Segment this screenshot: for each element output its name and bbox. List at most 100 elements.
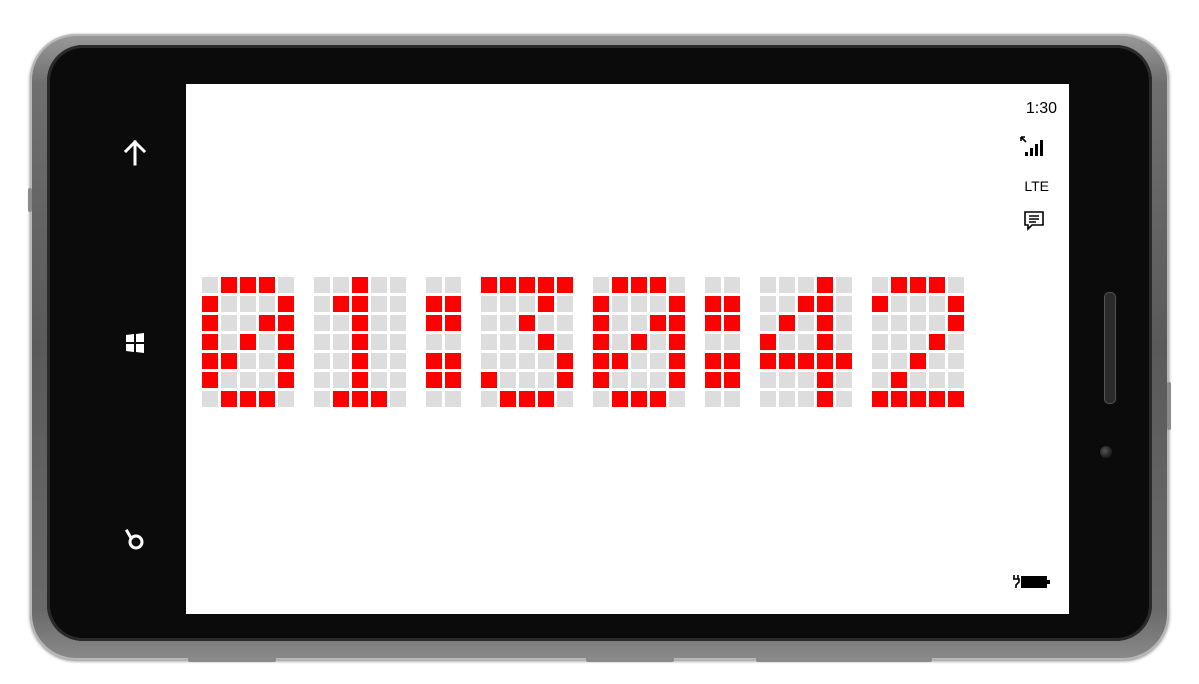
status-time: 1:30 bbox=[1025, 100, 1057, 117]
led-cell-on bbox=[352, 334, 368, 350]
led-cell-off bbox=[948, 372, 964, 388]
led-cell-off bbox=[929, 372, 945, 388]
led-cell-on bbox=[202, 296, 218, 312]
led-cell-on bbox=[724, 296, 740, 312]
led-cell-on bbox=[278, 296, 294, 312]
led-cell-off bbox=[445, 277, 461, 293]
led-cell-off bbox=[891, 334, 907, 350]
led-cell-off bbox=[538, 353, 554, 369]
led-cell-off bbox=[557, 391, 573, 407]
led-cell-on bbox=[872, 296, 888, 312]
led-cell-on bbox=[481, 372, 497, 388]
led-cell-on bbox=[538, 391, 554, 407]
led-cell-off bbox=[929, 315, 945, 331]
led-cell-on bbox=[278, 334, 294, 350]
led-cell-on bbox=[724, 353, 740, 369]
led-cell-on bbox=[352, 277, 368, 293]
led-cell-on bbox=[891, 372, 907, 388]
led-cell-off bbox=[872, 334, 888, 350]
led-cell-off bbox=[650, 334, 666, 350]
led-cell-on bbox=[352, 296, 368, 312]
led-cell-off bbox=[779, 391, 795, 407]
led-cell-on bbox=[798, 353, 814, 369]
led-cell-off bbox=[445, 334, 461, 350]
led-clock-display bbox=[202, 277, 988, 417]
led-cell-off bbox=[390, 391, 406, 407]
search-icon bbox=[124, 528, 144, 550]
led-cell-off bbox=[481, 296, 497, 312]
network-type: LTE bbox=[1024, 178, 1049, 194]
led-cell-off bbox=[669, 277, 685, 293]
led-cell-on bbox=[705, 353, 721, 369]
led-cell-on bbox=[705, 296, 721, 312]
led-cell-on bbox=[593, 372, 609, 388]
phone-screen: 1:30 LTE bbox=[186, 84, 1069, 614]
led-cell-on bbox=[669, 315, 685, 331]
led-cell-off bbox=[948, 334, 964, 350]
led-cell-on bbox=[669, 372, 685, 388]
led-cell-off bbox=[221, 296, 237, 312]
led-cell-off bbox=[278, 391, 294, 407]
led-cell-on bbox=[650, 315, 666, 331]
led-cell-off bbox=[631, 315, 647, 331]
led-cell-off bbox=[333, 353, 349, 369]
led-cell-off bbox=[278, 277, 294, 293]
led-cell-off bbox=[593, 277, 609, 293]
led-cell-on bbox=[557, 353, 573, 369]
led-cell-on bbox=[278, 353, 294, 369]
start-button[interactable] bbox=[112, 320, 158, 366]
led-cell-off bbox=[202, 277, 218, 293]
led-cell-on bbox=[779, 353, 795, 369]
led-cell-off bbox=[500, 296, 516, 312]
led-cell-off bbox=[798, 391, 814, 407]
led-cell-on bbox=[259, 277, 275, 293]
back-button[interactable] bbox=[112, 130, 158, 176]
led-cell-off bbox=[760, 296, 776, 312]
led-cell-on bbox=[221, 353, 237, 369]
led-cell-off bbox=[221, 372, 237, 388]
led-cell-off bbox=[650, 353, 666, 369]
led-cell-on bbox=[202, 315, 218, 331]
led-cell-on bbox=[445, 353, 461, 369]
led-cell-on bbox=[240, 391, 256, 407]
led-cell-off bbox=[872, 372, 888, 388]
windows-start-icon bbox=[126, 333, 144, 353]
led-cell-on bbox=[948, 391, 964, 407]
led-cell-on bbox=[371, 391, 387, 407]
led-cell-on bbox=[557, 277, 573, 293]
led-cell-on bbox=[221, 277, 237, 293]
led-cell-on bbox=[333, 296, 349, 312]
led-cell-off bbox=[836, 391, 852, 407]
led-cell-on bbox=[760, 353, 776, 369]
led-cell-off bbox=[910, 296, 926, 312]
led-cell-off bbox=[631, 353, 647, 369]
led-cell-off bbox=[557, 315, 573, 331]
led-cell-off bbox=[314, 372, 330, 388]
led-cell-on bbox=[538, 296, 554, 312]
led-cell-on bbox=[705, 315, 721, 331]
led-cell-off bbox=[390, 315, 406, 331]
led-cell-on bbox=[872, 391, 888, 407]
led-cell-on bbox=[445, 296, 461, 312]
led-cell-on bbox=[669, 296, 685, 312]
led-cell-on bbox=[259, 391, 275, 407]
led-cell-off bbox=[221, 315, 237, 331]
led-cell-off bbox=[371, 334, 387, 350]
led-cell-off bbox=[910, 315, 926, 331]
led-cell-off bbox=[314, 334, 330, 350]
led-cell-on bbox=[519, 315, 535, 331]
led-cell-on bbox=[278, 315, 294, 331]
led-cell-on bbox=[650, 277, 666, 293]
search-button[interactable] bbox=[112, 516, 158, 562]
led-cell-on bbox=[221, 391, 237, 407]
led-cell-on bbox=[910, 391, 926, 407]
led-cell-off bbox=[333, 334, 349, 350]
led-cell-off bbox=[240, 296, 256, 312]
led-cell-off bbox=[836, 277, 852, 293]
led-cell-off bbox=[612, 296, 628, 312]
led-cell-on bbox=[669, 353, 685, 369]
led-cell-off bbox=[390, 277, 406, 293]
led-cell-off bbox=[390, 372, 406, 388]
side-button-left bbox=[28, 188, 32, 212]
message-icon bbox=[1024, 211, 1044, 231]
